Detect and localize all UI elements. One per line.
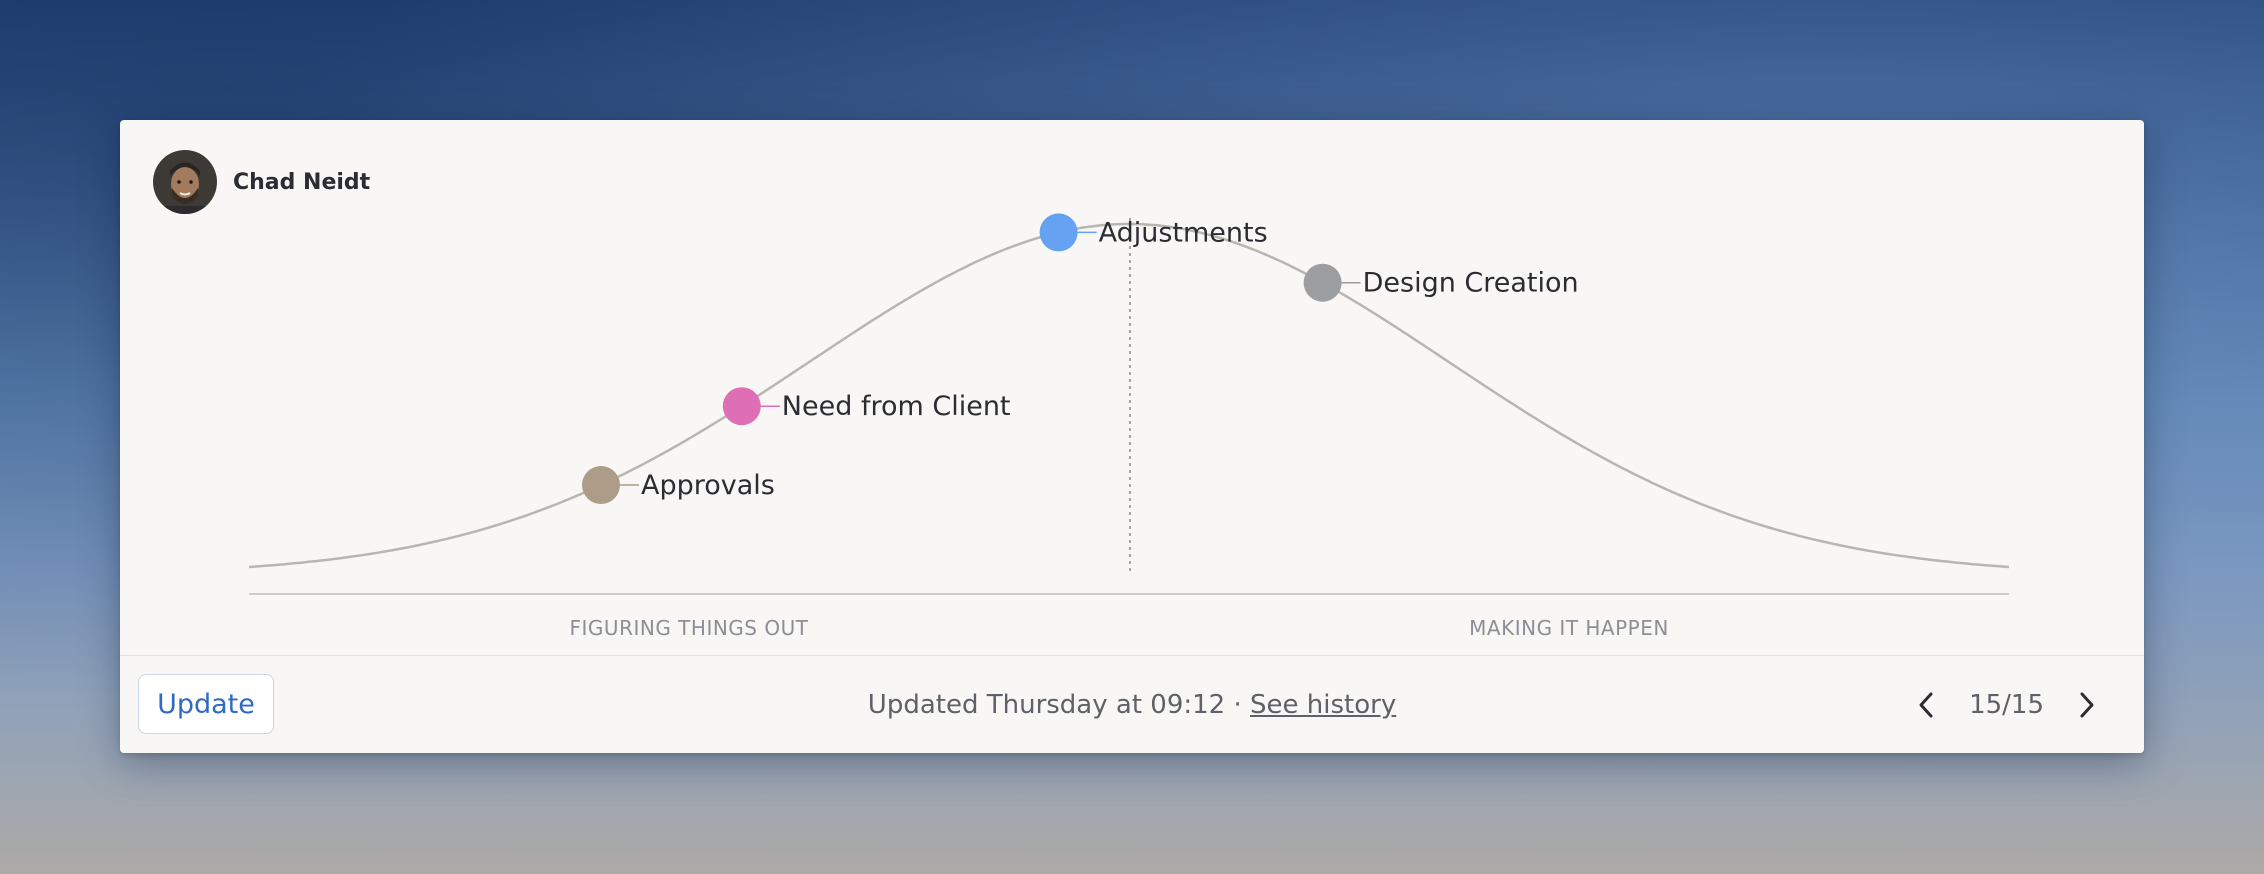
left-phase-label: FIGURING THINGS OUT — [570, 616, 809, 640]
next-arrow-icon[interactable] — [2068, 687, 2104, 723]
hill-chart-card: Chad Neidt FIGURING THINGS OUT MAKING IT… — [120, 120, 2144, 753]
hill-curve — [248, 222, 2010, 569]
hill-item-label: Need from Client — [782, 391, 1011, 422]
see-history-link[interactable]: See history — [1250, 690, 1396, 720]
previous-arrow-icon[interactable] — [1909, 687, 1945, 723]
hill-points: Approvals Need from Client Adjustments Desi… — [582, 213, 1579, 505]
pager: 15/15 — [1909, 656, 2104, 753]
hill-item-label: Design Creation — [1363, 268, 1579, 299]
hill-item-dot[interactable] — [722, 387, 761, 426]
page-indicator: 15/15 — [1969, 689, 2044, 720]
hill-item[interactable]: Approvals — [582, 466, 775, 505]
hill-item[interactable]: Need from Client — [722, 387, 1011, 426]
hill-item-label: Adjustments — [1099, 217, 1268, 248]
status-line: Updated Thursday at 09:12 · See history — [120, 656, 2144, 753]
hill-item[interactable]: Adjustments — [1039, 213, 1268, 252]
hill-chart: FIGURING THINGS OUT MAKING IT HAPPEN App… — [248, 213, 2010, 640]
hill-item-dot[interactable] — [582, 466, 620, 505]
right-phase-label: MAKING IT HAPPEN — [1469, 616, 1669, 640]
hill-item-dot[interactable] — [1303, 263, 1342, 302]
updated-text: Updated Thursday at 09:12 · — [867, 689, 1251, 720]
hill-item-label: Approvals — [641, 470, 775, 501]
update-button[interactable]: Update — [138, 674, 274, 734]
hill-item-dot[interactable] — [1039, 213, 1078, 252]
footer-bar: Update Updated Thursday at 09:12 · See h… — [120, 655, 2144, 753]
